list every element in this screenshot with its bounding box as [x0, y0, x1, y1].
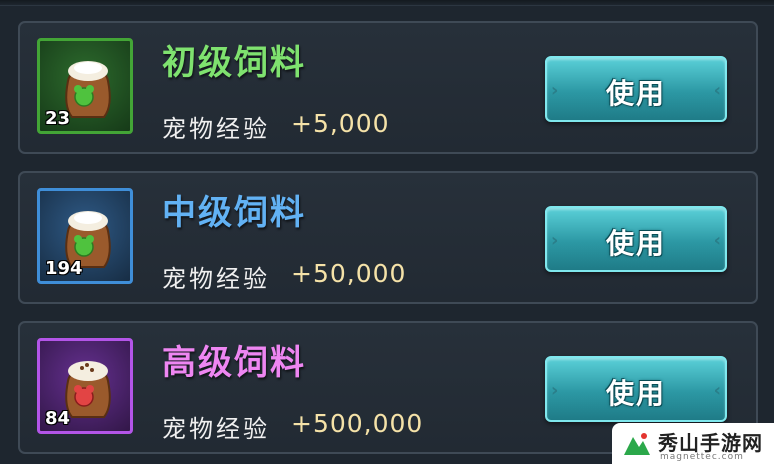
use-button[interactable]: › 使用 ‹ — [545, 206, 727, 272]
use-button-label: 使用 — [605, 227, 666, 260]
item-row-basic-feed: 23 初级饲料 宠物经验 +5,000 › 使用 ‹ — [18, 21, 758, 154]
item-name: 高级饲料 — [162, 343, 306, 383]
chevron-left-icon: ‹ — [713, 80, 721, 101]
watermark: 秀山手游网 magnettec.com — [612, 423, 774, 464]
watermark-subtitle: magnettec.com — [660, 452, 744, 462]
use-button[interactable]: › 使用 ‹ — [545, 56, 727, 122]
chevron-left-icon: ‹ — [713, 380, 721, 401]
item-count: 194 — [45, 258, 83, 279]
use-button-label: 使用 — [605, 377, 666, 410]
item-name: 中级饲料 — [162, 193, 306, 233]
use-button[interactable]: › 使用 ‹ — [545, 356, 727, 422]
item-name: 初级饲料 — [162, 43, 306, 83]
item-icon-frame[interactable]: 84 — [37, 338, 133, 434]
exp-label: 宠物经验 — [162, 115, 270, 143]
chevron-left-icon: ‹ — [713, 230, 721, 251]
item-row-intermediate-feed: 194 中级饲料 宠物经验 +50,000 › 使用 ‹ — [18, 171, 758, 304]
exp-value: +5,000 — [291, 109, 390, 138]
site-logo-icon — [624, 433, 650, 455]
top-divider — [0, 0, 774, 6]
exp-value: +500,000 — [291, 409, 424, 438]
use-button-label: 使用 — [605, 77, 666, 110]
exp-value: +50,000 — [291, 259, 407, 288]
item-count: 23 — [45, 108, 71, 129]
item-icon-frame[interactable]: 23 — [37, 38, 133, 134]
item-icon-frame[interactable]: 194 — [37, 188, 133, 284]
exp-label: 宠物经验 — [162, 265, 270, 293]
exp-label: 宠物经验 — [162, 415, 270, 443]
item-count: 84 — [45, 408, 71, 429]
